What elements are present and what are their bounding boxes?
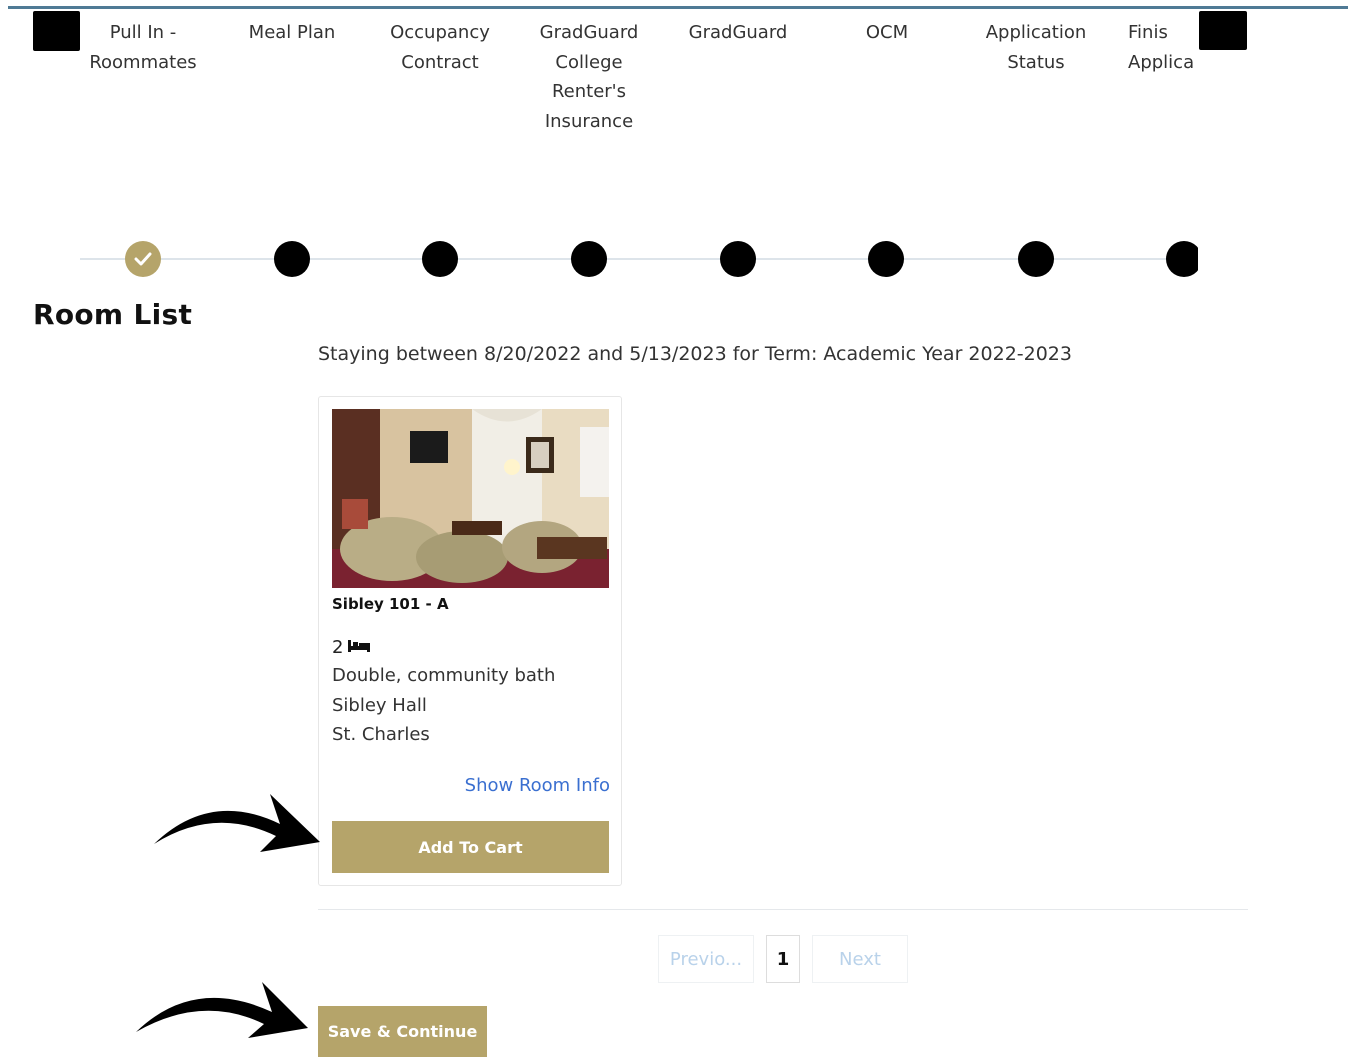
bed-count-value: 2 <box>332 637 344 658</box>
step-label-gradguard[interactable]: GradGuard <box>668 18 808 48</box>
room-photo <box>332 409 609 588</box>
room-type: Double, community bath <box>332 665 556 686</box>
add-to-cart-button[interactable]: Add To Cart <box>332 821 609 873</box>
room-name: Sibley 101 - A <box>332 595 449 613</box>
step-dot-finish-application[interactable] <box>1166 241 1202 277</box>
stay-dates-text: Staying between 8/20/2022 and 5/13/2023 … <box>318 343 1072 365</box>
step-dot-ocm[interactable] <box>868 241 904 277</box>
arrow-to-add-to-cart-icon <box>154 794 320 852</box>
step-label-occupancy-contract[interactable]: Occupancy Contract <box>370 18 510 77</box>
redaction-box-right <box>1199 11 1247 50</box>
bed-icon <box>347 637 371 658</box>
step-label-gradguard-insurance[interactable]: GradGuard College Renter's Insurance <box>519 18 659 136</box>
step-clip-mask <box>1198 230 1218 290</box>
step-label-meal-plan[interactable]: Meal Plan <box>222 18 362 48</box>
step-label-finish-application[interactable]: Finis Applica <box>1128 18 1198 77</box>
section-divider <box>318 909 1248 910</box>
step-complete-check-icon[interactable] <box>125 241 161 277</box>
room-hall: Sibley Hall <box>332 695 427 716</box>
step-dot-occupancy-contract[interactable] <box>422 241 458 277</box>
room-card: Sibley 101 - A 2 Double, community bath … <box>318 396 622 886</box>
step-label-ocm[interactable]: OCM <box>817 18 957 48</box>
room-campus: St. Charles <box>332 724 430 745</box>
page-title: Room List <box>33 298 193 331</box>
previous-page-button[interactable]: Previo... <box>658 935 754 983</box>
step-dot-meal-plan[interactable] <box>274 241 310 277</box>
step-dot-gradguard[interactable] <box>720 241 756 277</box>
show-room-info-link[interactable]: Show Room Info <box>465 775 610 796</box>
save-continue-button[interactable]: Save & Continue <box>318 1006 487 1057</box>
step-dot-gradguard-insurance[interactable] <box>571 241 607 277</box>
step-dot-application-status[interactable] <box>1018 241 1054 277</box>
current-page-button[interactable]: 1 <box>766 935 800 983</box>
step-label-application-status[interactable]: Application Status <box>966 18 1106 77</box>
next-page-button[interactable]: Next <box>812 935 908 983</box>
step-label-roommates[interactable]: Pull In - Roommates <box>73 18 213 77</box>
bed-count: 2 <box>332 637 371 658</box>
top-border <box>8 6 1348 9</box>
arrow-to-save-continue-icon <box>136 982 308 1038</box>
